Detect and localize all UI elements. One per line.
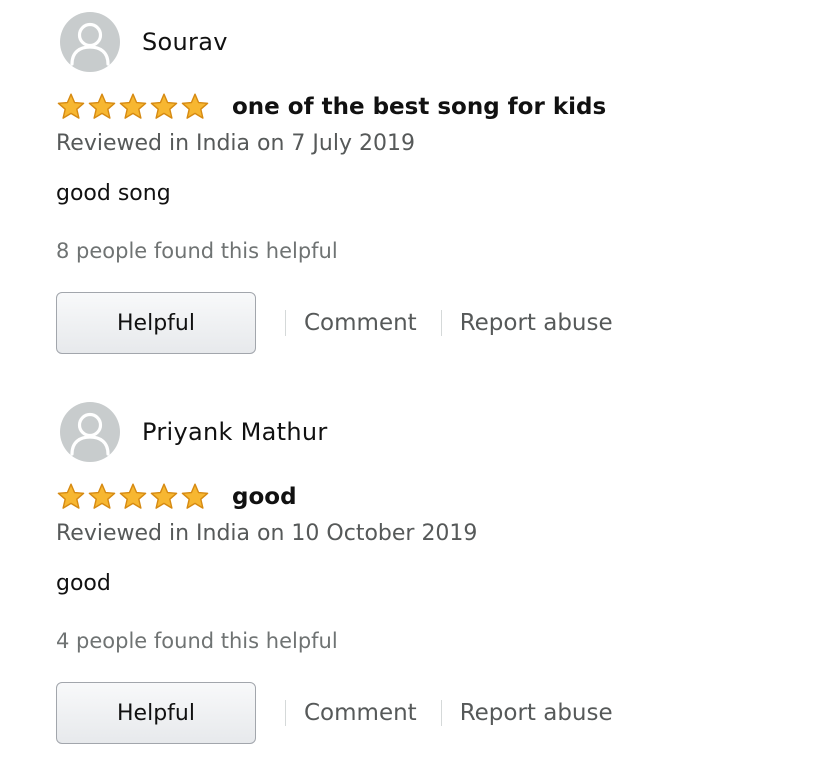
- review-body: good song: [56, 181, 171, 206]
- helpful-button[interactable]: Helpful: [56, 292, 256, 354]
- star-icon: [150, 93, 178, 119]
- star-icon: [88, 93, 116, 119]
- star-icon: [181, 93, 209, 119]
- divider: [440, 310, 442, 336]
- star-icon: [88, 483, 116, 509]
- review-actions: Helpful Comment Report abuse: [56, 292, 613, 354]
- review-card: Priyank Mathur good Reviewed in India on…: [0, 390, 834, 780]
- star-rating[interactable]: [56, 482, 210, 512]
- rating-row: good: [56, 480, 297, 514]
- reviewer-profile[interactable]: Sourav: [60, 12, 228, 72]
- avatar: [60, 12, 120, 72]
- star-icon: [150, 483, 178, 509]
- helpful-button[interactable]: Helpful: [56, 682, 256, 744]
- divider: [285, 310, 286, 336]
- review-actions: Helpful Comment Report abuse: [56, 682, 613, 744]
- divider: [285, 700, 286, 726]
- star-icon: [57, 483, 85, 509]
- comment-link[interactable]: Comment: [304, 700, 417, 726]
- star-icon: [119, 483, 147, 509]
- user-avatar-icon: [70, 22, 110, 66]
- avatar: [60, 402, 120, 462]
- star-icon: [57, 93, 85, 119]
- reviews-page: Sourav one of the best song for kids Rev…: [0, 0, 834, 782]
- reviewer-profile[interactable]: Priyank Mathur: [60, 402, 328, 462]
- review-body: good: [56, 571, 111, 596]
- divider: [440, 700, 442, 726]
- review-title[interactable]: one of the best song for kids: [232, 94, 606, 120]
- report-abuse-link[interactable]: Report abuse: [460, 310, 613, 336]
- review-card: Sourav one of the best song for kids Rev…: [0, 0, 834, 390]
- reviewer-name[interactable]: Priyank Mathur: [142, 418, 328, 446]
- helpful-count: 4 people found this helpful: [56, 629, 338, 653]
- star-icon: [181, 483, 209, 509]
- star-rating[interactable]: [56, 92, 210, 122]
- star-icon: [119, 93, 147, 119]
- review-date: Reviewed in India on 10 October 2019: [56, 521, 478, 546]
- comment-link[interactable]: Comment: [304, 310, 417, 336]
- helpful-count: 8 people found this helpful: [56, 239, 338, 263]
- review-title[interactable]: good: [232, 484, 297, 510]
- rating-row: one of the best song for kids: [56, 90, 606, 124]
- review-date: Reviewed in India on 7 July 2019: [56, 131, 415, 156]
- report-abuse-link[interactable]: Report abuse: [460, 700, 613, 726]
- reviewer-name[interactable]: Sourav: [142, 28, 228, 56]
- user-avatar-icon: [70, 412, 110, 456]
